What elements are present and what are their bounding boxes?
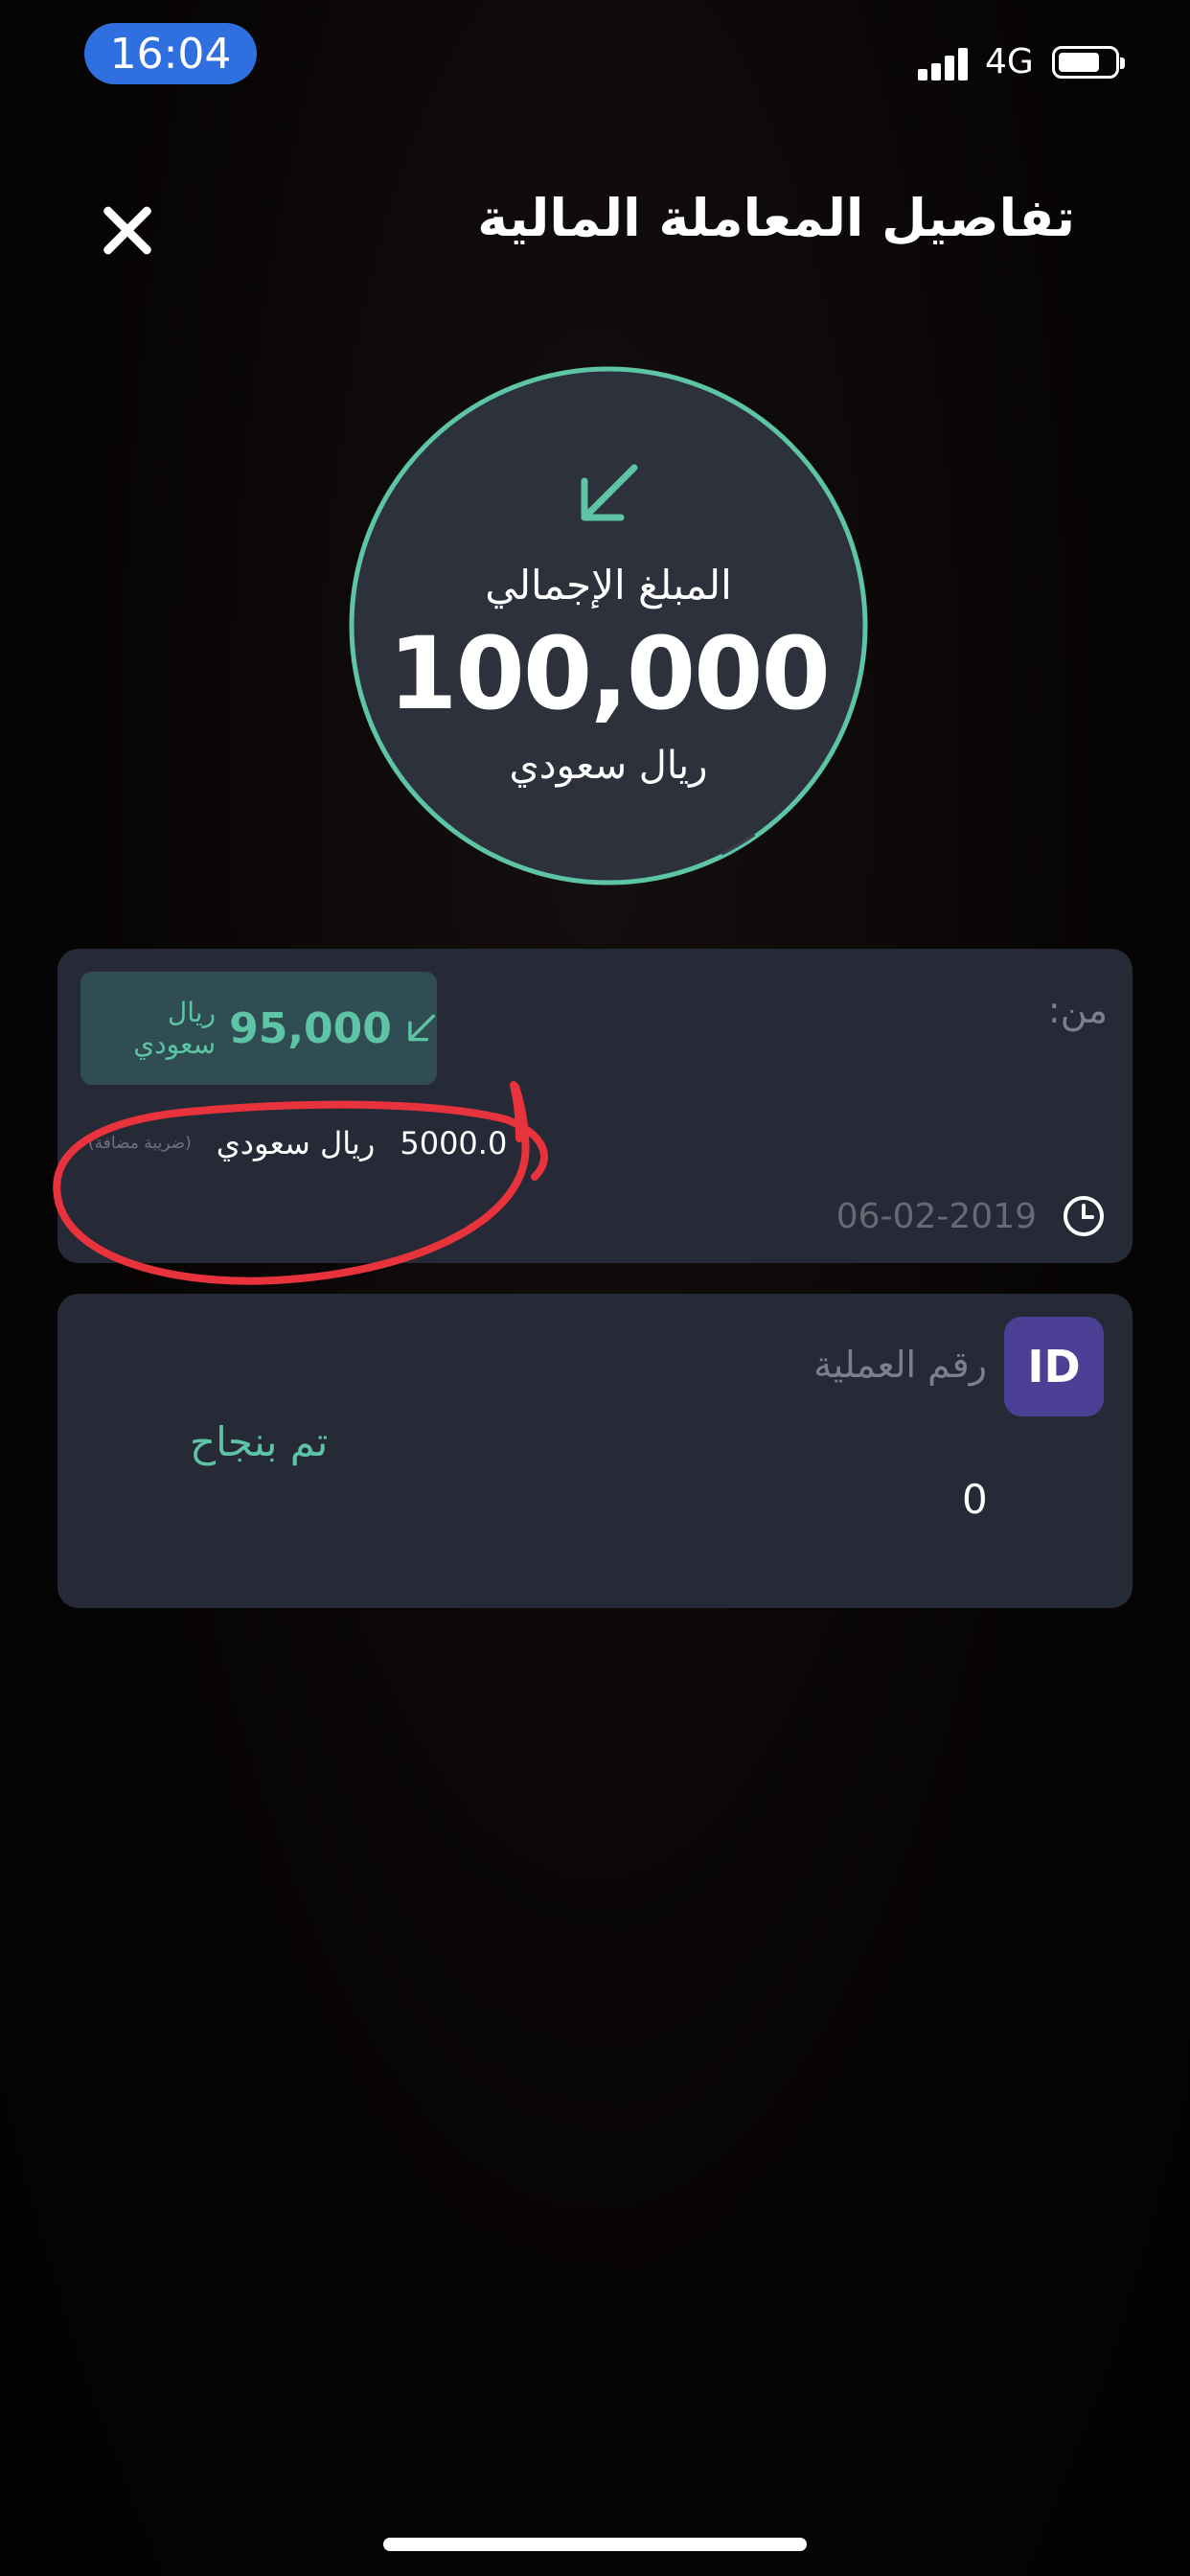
total-amount-circle: المبلغ الإجمالي 100,000 ريال سعودي bbox=[347, 364, 870, 887]
total-label: المبلغ الإجمالي bbox=[485, 562, 732, 609]
net-amount-badge: 95,000 ريال سعودي bbox=[80, 972, 437, 1085]
arrow-down-left-icon bbox=[581, 464, 638, 521]
page-title: تفاصيل المعاملة المالية bbox=[477, 188, 1075, 248]
clock-icon bbox=[1064, 1196, 1104, 1236]
total-currency: ريال سعودي bbox=[509, 744, 708, 788]
net-currency: ريال سعودي bbox=[133, 997, 217, 1060]
status-time: 16:04 bbox=[84, 23, 257, 84]
home-indicator[interactable] bbox=[383, 2538, 807, 2551]
transaction-date: 06-02-2019 bbox=[835, 1196, 1037, 1236]
operation-number-label: رقم العملية bbox=[813, 1344, 987, 1386]
red-annotation-circle bbox=[53, 1081, 548, 1285]
id-badge: ID bbox=[1004, 1317, 1104, 1416]
close-icon[interactable] bbox=[92, 192, 169, 268]
operation-number: 0 bbox=[962, 1476, 988, 1523]
status-text: تم بنجاح bbox=[190, 1418, 329, 1465]
from-label: من: bbox=[1047, 989, 1108, 1031]
date-row: 06-02-2019 bbox=[836, 1194, 1106, 1238]
signal-icon bbox=[918, 46, 975, 80]
net-amount: 95,000 bbox=[229, 1003, 392, 1053]
operation-card: ID رقم العملية تم بنجاح 0 bbox=[57, 1294, 1133, 1608]
arrow-down-left-icon bbox=[408, 1014, 435, 1042]
total-amount: 100,000 bbox=[388, 615, 831, 732]
network-type: 4G bbox=[985, 42, 1034, 81]
battery-icon bbox=[1052, 46, 1125, 79]
